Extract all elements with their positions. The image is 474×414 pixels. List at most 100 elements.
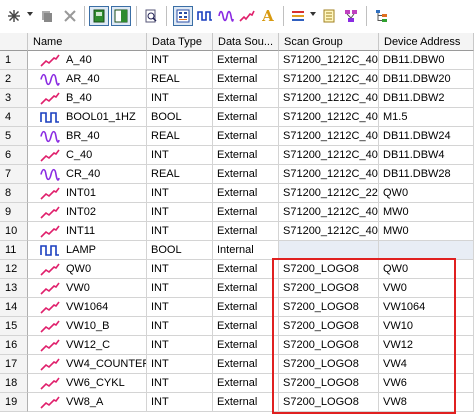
data-source-cell[interactable]: External (213, 108, 279, 127)
tag-name-cell[interactable]: VW12_C (28, 336, 147, 355)
column-header-name[interactable]: Name (28, 33, 147, 51)
data-source-cell[interactable]: External (213, 165, 279, 184)
data-type-cell[interactable]: INT (147, 51, 213, 70)
tag-name-cell[interactable]: INT01 (28, 184, 147, 203)
chevron-down-icon[interactable] (310, 12, 316, 16)
scan-group-cell[interactable]: S71200_1212C_40 (279, 222, 379, 241)
data-source-cell[interactable]: External (213, 279, 279, 298)
tag-name-cell[interactable]: VW4_COUNTER (28, 355, 147, 374)
data-type-cell[interactable]: BOOL (147, 241, 213, 260)
tag-name-cell[interactable]: B_40 (28, 89, 147, 108)
data-source-cell[interactable]: External (213, 336, 279, 355)
scan-group-cell[interactable]: S71200_1212C_40 (279, 127, 379, 146)
data-type-cell[interactable]: INT (147, 374, 213, 393)
ramp-icon[interactable] (237, 6, 257, 26)
device-address-cell[interactable]: DB11.DBW28 (379, 165, 474, 184)
device-address-cell[interactable]: MW0 (379, 203, 474, 222)
table-row[interactable]: 9 INT02 INT External S71200_1212C_40 MW0 (0, 203, 474, 222)
chevron-down-icon[interactable] (27, 12, 33, 16)
data-source-cell[interactable]: External (213, 70, 279, 89)
table-row[interactable]: 10 INT11 INT External S71200_1212C_40 MW0 (0, 222, 474, 241)
table-row[interactable]: 2 AR_40 REAL External S71200_1212C_40 DB11.DB… (0, 70, 474, 89)
device-address-cell[interactable]: MW0 (379, 222, 474, 241)
column-header-device-address[interactable]: Device Address (379, 33, 474, 51)
scan-group-cell[interactable]: S71200_1212C_40 (279, 165, 379, 184)
tag-name-cell[interactable]: LAMP (28, 241, 147, 260)
data-source-cell[interactable]: External (213, 317, 279, 336)
data-source-cell[interactable]: External (213, 374, 279, 393)
stack-icon[interactable] (37, 6, 57, 26)
table-row[interactable]: 4 BOOL01_1HZ BOOL External S71200_1212C_40 M1… (0, 108, 474, 127)
scan-group-cell[interactable]: S71200_1212C_22 (279, 184, 379, 203)
table-row[interactable]: 3 B_40 INT External S71200_1212C_40 DB11.DBW2 (0, 89, 474, 108)
data-source-cell[interactable]: External (213, 222, 279, 241)
bar-chart-icon[interactable] (288, 6, 308, 26)
data-type-cell[interactable]: INT (147, 355, 213, 374)
data-source-cell[interactable]: External (213, 203, 279, 222)
data-type-cell[interactable]: INT (147, 279, 213, 298)
data-type-cell[interactable]: INT (147, 260, 213, 279)
text-a-icon[interactable]: A (258, 6, 278, 26)
tag-name-cell[interactable]: AR_40 (28, 70, 147, 89)
split-view-icon[interactable] (111, 6, 131, 26)
asterisk-new-icon[interactable] (4, 6, 24, 26)
data-type-cell[interactable]: REAL (147, 70, 213, 89)
magnify-page-icon[interactable] (141, 6, 161, 26)
data-type-cell[interactable]: INT (147, 146, 213, 165)
data-source-cell[interactable]: External (213, 146, 279, 165)
data-source-cell[interactable]: External (213, 298, 279, 317)
data-source-cell[interactable]: External (213, 355, 279, 374)
device-address-cell[interactable]: QW0 (379, 184, 474, 203)
scan-group-cell[interactable]: S71200_1212C_40 (279, 108, 379, 127)
data-type-cell[interactable]: INT (147, 222, 213, 241)
delete-x-icon[interactable] (60, 6, 80, 26)
device-address-cell[interactable]: DB11.DBW0 (379, 51, 474, 70)
tag-name-cell[interactable]: INT02 (28, 203, 147, 222)
sine-wave-icon[interactable] (216, 6, 236, 26)
device-address-cell[interactable]: DB11.DBW24 (379, 127, 474, 146)
table-row[interactable]: 8 INT01 INT External S71200_1212C_22 QW0 (0, 184, 474, 203)
data-source-cell[interactable]: External (213, 127, 279, 146)
data-source-cell[interactable]: External (213, 89, 279, 108)
tag-name-cell[interactable]: INT11 (28, 222, 147, 241)
properties-icon[interactable] (319, 6, 339, 26)
grid-view-icon[interactable] (173, 6, 193, 26)
tag-name-cell[interactable]: C_40 (28, 146, 147, 165)
tag-name-cell[interactable]: CR_40 (28, 165, 147, 184)
data-type-cell[interactable]: BOOL (147, 108, 213, 127)
data-source-cell[interactable]: External (213, 260, 279, 279)
device-address-cell[interactable]: DB11.DBW20 (379, 70, 474, 89)
data-source-cell[interactable]: Internal (213, 241, 279, 260)
tag-name-cell[interactable]: VW0 (28, 279, 147, 298)
scan-group-cell[interactable]: S71200_1212C_40 (279, 51, 379, 70)
tag-name-cell[interactable]: BOOL01_1HZ (28, 108, 147, 127)
tag-name-cell[interactable]: VW8_A (28, 393, 147, 412)
table-row[interactable]: 5 BR_40 REAL External S71200_1212C_40 DB11.DB… (0, 127, 474, 146)
scan-group-cell[interactable]: S71200_1212C_40 (279, 146, 379, 165)
table-row[interactable]: 1 A_40 INT External S71200_1212C_40 DB11.DBW0 (0, 51, 474, 70)
scan-group-cell[interactable]: S71200_1212C_40 (279, 89, 379, 108)
data-type-cell[interactable]: INT (147, 203, 213, 222)
column-header-scan-group[interactable]: Scan Group (279, 33, 379, 51)
device-address-cell[interactable]: M1.5 (379, 108, 474, 127)
tag-name-cell[interactable]: BR_40 (28, 127, 147, 146)
column-header-data-source[interactable]: Data Sou... (213, 33, 279, 51)
table-row[interactable]: 7 CR_40 REAL External S71200_1212C_40 DB11.DB… (0, 165, 474, 184)
data-source-cell[interactable]: External (213, 184, 279, 203)
data-type-cell[interactable]: INT (147, 393, 213, 412)
tag-name-cell[interactable]: QW0 (28, 260, 147, 279)
data-source-cell[interactable]: External (213, 393, 279, 412)
column-header-data-type[interactable]: Data Type (147, 33, 213, 51)
square-wave-icon[interactable] (195, 6, 215, 26)
tag-name-cell[interactable]: A_40 (28, 51, 147, 70)
data-type-cell[interactable]: REAL (147, 127, 213, 146)
data-type-cell[interactable]: INT (147, 89, 213, 108)
data-type-cell[interactable]: INT (147, 317, 213, 336)
tag-name-cell[interactable]: VW1064 (28, 298, 147, 317)
green-monitor-icon[interactable] (89, 6, 109, 26)
scan-group-cell[interactable]: S71200_1212C_40 (279, 203, 379, 222)
tree-icon[interactable] (372, 6, 392, 26)
device-address-cell[interactable]: DB11.DBW2 (379, 89, 474, 108)
data-type-cell[interactable]: INT (147, 184, 213, 203)
tag-name-cell[interactable]: VW6_CYKL (28, 374, 147, 393)
